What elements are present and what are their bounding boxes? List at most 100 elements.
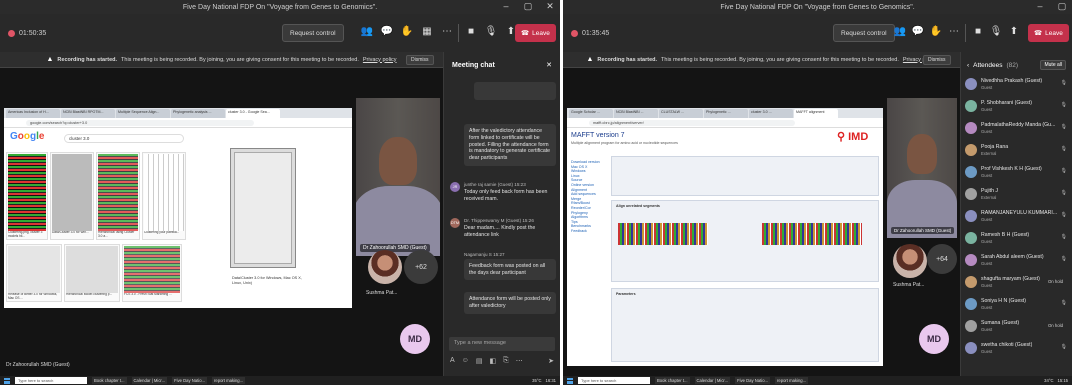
windows-start-icon[interactable] xyxy=(567,377,573,384)
taskbar-app[interactable]: Five Day Natio... xyxy=(735,377,771,384)
minimize-icon[interactable]: – xyxy=(1034,1,1046,12)
system-tray: 34°C 15:15 xyxy=(1044,378,1068,383)
attendee-avatar xyxy=(965,166,977,178)
attendee-row[interactable]: RAMANJANEYULU KUMMARI... Guest 🎙 xyxy=(965,208,1069,226)
people-icon[interactable]: 👥 xyxy=(360,25,374,39)
image-result: Data/Cluster 3.0 for Win... xyxy=(50,152,94,240)
send-icon[interactable]: ➤ xyxy=(548,357,554,367)
chat-message: After the valedictory attendance form li… xyxy=(464,124,556,166)
leave-button[interactable]: ☎ Leave xyxy=(515,24,556,42)
mic-icon[interactable]: 🎙 xyxy=(989,25,1003,39)
attendee-row[interactable]: Prof Vishkesh K H (Guest) Guest 🎙 xyxy=(965,164,1069,182)
dismiss-button[interactable]: Dismiss xyxy=(406,55,434,65)
image-caption: Release of Better 3.0 for Windows, Mac O… xyxy=(8,293,58,300)
request-control-button[interactable]: Request control xyxy=(833,24,895,42)
attendee-row[interactable]: Pooja Rana External 🎙 xyxy=(965,142,1069,160)
chat-avatar: JR xyxy=(450,182,460,192)
image-caption: Hierarchical Model clustering p... xyxy=(66,293,113,296)
attendee-role: Guest xyxy=(981,107,993,112)
raise-hand-icon[interactable]: ✋ xyxy=(929,25,943,39)
more-actions-icon[interactable]: ⋯ xyxy=(440,25,454,39)
rooms-icon[interactable]: ▦ xyxy=(420,25,434,39)
recording-icon xyxy=(571,29,578,37)
nav-link[interactable]: Download version xyxy=(571,160,600,165)
leave-button[interactable]: ☎ Leave xyxy=(1028,24,1069,42)
recording-banner: ▲ Recording has started. This meeting is… xyxy=(563,52,960,68)
participant-tile-photo[interactable] xyxy=(368,250,402,284)
back-icon[interactable]: ‹ xyxy=(967,62,969,69)
nav-link[interactable]: Feedback xyxy=(571,229,600,234)
more-chat-icon[interactable]: ⋯ xyxy=(516,357,523,367)
attendee-row[interactable]: swetha chikoti (Guest) Guest 🎙 xyxy=(965,340,1069,358)
privacy-policy-link[interactable]: Privacy policy xyxy=(363,57,397,63)
presenter-video[interactable]: Dr Zahoorullah SMD (Guest) xyxy=(356,98,440,256)
mic-icon[interactable]: 🎙 xyxy=(484,25,498,39)
attendee-row[interactable]: Sumana (Guest) Guest On hold xyxy=(965,318,1069,336)
attendee-row[interactable]: shagufta maryam (Guest) Guest On hold xyxy=(965,274,1069,292)
attach-icon[interactable]: ⎘ xyxy=(503,357,509,367)
dialog-caption-2: Linux, Unix) xyxy=(232,281,253,285)
close-icon[interactable]: ✕ xyxy=(544,1,556,12)
more-participants-tile[interactable]: +64 xyxy=(927,244,957,274)
attendee-name: Pujith J xyxy=(981,188,999,194)
sticker-icon[interactable]: ◧ xyxy=(489,357,496,367)
maximize-icon[interactable]: ▢ xyxy=(1056,1,1068,12)
camera-icon[interactable]: ■ xyxy=(464,25,478,39)
taskbar-app[interactable]: Calendar | Micr... xyxy=(131,377,168,384)
shared-screen: Americas Inclusion of H... NCBI BlastNBI… xyxy=(4,108,352,308)
chat-icon[interactable]: 💬 xyxy=(380,25,394,39)
attendee-row[interactable]: P. Shobharani (Guest) Guest 🎙 xyxy=(965,98,1069,116)
attendee-name: Nivedhha Prakash (Guest) xyxy=(981,78,1043,84)
browser-tab: NCBI BlastNBI ... xyxy=(614,109,658,118)
attendee-row[interactable]: Soniya H N (Guest) Guest 🎙 xyxy=(965,296,1069,314)
format-icon[interactable]: A xyxy=(450,357,455,367)
image-result: Hierarchical Model clustering p... xyxy=(64,244,120,302)
mic-muted-icon: 🎙 xyxy=(1060,102,1067,108)
presenter-face xyxy=(907,134,937,174)
mute-all-button[interactable]: Mute all xyxy=(1040,60,1066,70)
close-chat-icon[interactable]: ✕ xyxy=(546,61,552,69)
taskbar-app[interactable]: Five Day Natio... xyxy=(172,377,208,384)
minimize-icon[interactable]: – xyxy=(500,1,512,12)
share-icon[interactable]: ⬆ xyxy=(1007,25,1021,39)
chat-input[interactable]: Type a new message xyxy=(449,337,555,351)
mafft-subtitle: Multiple alignment program for amino aci… xyxy=(571,141,678,145)
taskbar-app[interactable]: Calendar | Micr... xyxy=(694,377,731,384)
chat-icon[interactable]: 💬 xyxy=(911,25,925,39)
more-participants-tile[interactable]: +62 xyxy=(404,250,438,284)
participant-tile-photo[interactable] xyxy=(893,244,927,278)
raise-hand-icon[interactable]: ✋ xyxy=(400,25,414,39)
left-teams-window: Five Day National FDP On "Voyage from Ge… xyxy=(0,0,560,385)
attendee-row[interactable]: Ramesh B H (Guest) Guest 🎙 xyxy=(965,230,1069,248)
attendee-row[interactable]: PadmalathaReddy Manda (Gu... Guest 🎙 xyxy=(965,120,1069,138)
attendee-row[interactable]: Nivedhha Prakash (Guest) Guest 🎙 xyxy=(965,76,1069,94)
gif-icon[interactable]: ▤ xyxy=(476,357,483,367)
taskbar-search[interactable]: Type here to search xyxy=(15,377,87,384)
camera-icon[interactable]: ■ xyxy=(971,25,985,39)
attendee-row[interactable]: Pujith J External 🎙 xyxy=(965,186,1069,204)
mic-muted-icon: 🎙 xyxy=(1060,124,1067,130)
attendee-row[interactable]: Sarah Abdul aleem (Guest) Guest 🎙 xyxy=(965,252,1069,270)
taskbar-app[interactable]: report making... xyxy=(212,377,246,384)
taskbar-search[interactable]: Type here to search xyxy=(578,377,650,384)
options-block xyxy=(611,156,879,196)
dismiss-button[interactable]: Dismiss xyxy=(923,55,951,65)
more-actions-icon[interactable]: ⋯ xyxy=(947,25,961,39)
emoji-icon[interactable]: ☺ xyxy=(462,357,469,367)
maximize-icon[interactable]: ▢ xyxy=(522,1,534,12)
window-titlebar: Five Day National FDP On "Voyage from Ge… xyxy=(563,0,1072,14)
taskbar-app[interactable]: Book chapter t... xyxy=(92,377,127,384)
chat-message-text: Today only feed back form has been recei… xyxy=(464,188,548,202)
attendee-role: Guest xyxy=(981,349,993,354)
browser-tab: NCBI BlastNBI RPOTM... xyxy=(61,109,115,118)
windows-start-icon[interactable] xyxy=(4,377,10,384)
shared-screen: Google Scholar ... NCBI BlastNBI ... CLU… xyxy=(567,108,883,366)
browser-tab: cluster 3.0 - Google Sea... xyxy=(226,109,280,118)
taskbar-app[interactable]: Book chapter t... xyxy=(655,377,690,384)
attendee-name: shagufta maryam (Guest) xyxy=(981,276,1040,282)
taskbar-app[interactable]: report making... xyxy=(775,377,809,384)
attendee-name: Pooja Rana xyxy=(981,144,1009,150)
people-icon[interactable]: 👥 xyxy=(893,25,907,39)
request-control-button[interactable]: Request control xyxy=(282,24,344,42)
presenter-video[interactable]: Dr Zahoorullah SMD (Guest) xyxy=(887,98,957,238)
